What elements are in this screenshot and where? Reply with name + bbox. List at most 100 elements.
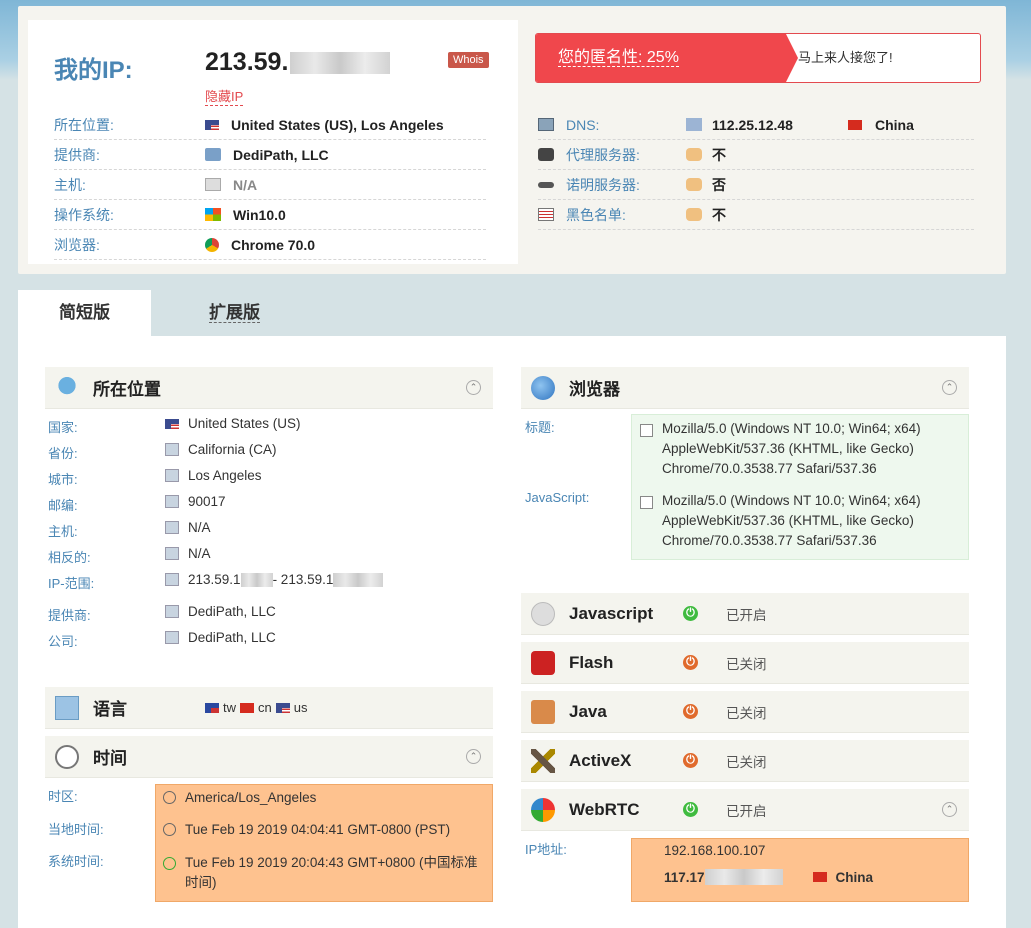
location-row-label: 相反的:	[48, 550, 91, 565]
language-cn: cn	[258, 700, 272, 715]
collapse-icon[interactable]: ⌃	[942, 802, 957, 817]
china-flag-icon	[848, 119, 862, 130]
plugin-row-javascript: Javascript ⏻ 已开启	[521, 593, 969, 635]
timezone-text: America/Los_Angeles	[185, 790, 317, 805]
map-pin-icon	[55, 375, 79, 400]
collapse-icon[interactable]: ⌃	[942, 380, 957, 395]
local-time-label: 当地时间:	[48, 822, 104, 837]
plugin-row-java: Java ⏻ 已关闭	[521, 691, 969, 733]
location-row-text: California (CA)	[188, 442, 277, 457]
ip-redacted	[704, 869, 783, 885]
location-row-label: 公司:	[48, 634, 78, 649]
location-row-label: IP-范围:	[48, 576, 95, 591]
language-tw: tw	[223, 700, 236, 715]
summary-row-value: N/A	[233, 176, 258, 193]
china-flag-icon	[240, 702, 254, 713]
dns-icon	[538, 118, 554, 131]
location-row-label: 邮编:	[48, 498, 78, 513]
plugin-row-flash: Flash ⏻ 已关闭	[521, 642, 969, 684]
webrtc-icon	[531, 797, 555, 822]
location-panel-header: 所在位置 ⌃	[45, 367, 493, 409]
activex-icon	[531, 748, 555, 773]
thumbs-up-icon	[686, 208, 702, 221]
my-ip-label: 我的IP:	[54, 57, 133, 84]
system-time-text: Tue Feb 19 2019 20:04:43 GMT+0800 (中国标准时…	[185, 855, 478, 890]
anonymity-score-text[interactable]: 您的匿名性: 25%	[558, 49, 679, 67]
compass-icon	[165, 443, 179, 456]
whois-button[interactable]: Whois	[448, 52, 489, 68]
anonymity-banner: 您的匿名性: 25% 马上来人接您了!	[535, 33, 981, 83]
ip-range-start: 213.59.1	[188, 572, 241, 587]
dns-label: DNS:	[566, 116, 600, 133]
tab-short[interactable]: 简短版	[18, 290, 151, 336]
isp-icon	[165, 605, 179, 618]
host-icon	[205, 178, 221, 191]
language-icon	[55, 695, 79, 720]
power-icon: ⏻	[683, 753, 698, 768]
summary-row: 操作系统: Win10.0	[54, 200, 486, 230]
chrome-icon	[205, 237, 219, 252]
language-panel-header: 语言 tw cn us	[45, 687, 493, 729]
summary-row-label: 浏览器:	[54, 236, 100, 253]
ip-range-icon	[165, 573, 179, 586]
proxy-value: 不	[712, 146, 726, 163]
location-row-value: DediPath, LLC	[165, 604, 276, 619]
anonymizer-label: 诺明服务器:	[566, 176, 640, 193]
system-time-value: Tue Feb 19 2019 20:04:43 GMT+0800 (中国标准时…	[163, 853, 483, 893]
summary-row-value: Chrome 70.0	[231, 236, 316, 253]
browser-panel-header: 浏览器 ⌃	[521, 367, 969, 409]
tab-extended[interactable]: 扩展版	[168, 290, 301, 336]
webrtc-public-ip-text: 117.17	[664, 869, 705, 885]
proxy-row: 代理服务器: 不	[538, 140, 974, 170]
browser-title: 浏览器	[569, 380, 620, 399]
summary-row-label: 操作系统:	[54, 206, 114, 223]
time-panel-header: 时间 ⌃	[45, 736, 493, 778]
summary-row: 浏览器: Chrome 70.0	[54, 230, 486, 260]
ua-header-label: 标题:	[525, 420, 555, 435]
timezone-value: America/Los_Angeles	[163, 790, 316, 805]
location-row-value: 213.59.1 - 213.59.1	[165, 572, 384, 587]
ua-header-text: Mozilla/5.0 (Windows NT 10.0; Win64; x64…	[662, 421, 921, 476]
power-icon: ⏻	[683, 704, 698, 719]
plugin-name: WebRTC	[569, 799, 640, 819]
tab-extended-label: 扩展版	[209, 303, 260, 323]
dns-value: 112.25.12.48	[712, 116, 793, 133]
language-title: 语言	[93, 700, 127, 719]
summary-row-label: 主机:	[54, 176, 86, 193]
mailbox-icon	[165, 495, 179, 508]
collapse-icon[interactable]: ⌃	[466, 749, 481, 764]
local-time-text: Tue Feb 19 2019 04:04:41 GMT-0800 (PST)	[185, 822, 451, 837]
power-icon: ⏻	[683, 606, 698, 621]
flash-icon	[531, 650, 555, 675]
host-icon	[165, 521, 179, 534]
hide-ip-link[interactable]: 隐藏IP	[205, 86, 244, 106]
location-row-label: 省份:	[48, 446, 78, 461]
location-title: 所在位置	[93, 380, 161, 399]
clock-icon	[163, 823, 176, 836]
ua-js-label: JavaScript:	[525, 490, 590, 505]
power-icon: ⏻	[683, 655, 698, 670]
dns-row: DNS: 112.25.12.48 China	[538, 110, 974, 140]
plugin-name: Flash	[569, 652, 614, 672]
summary-row-value: United States (US), Los Angeles	[231, 116, 444, 133]
location-row-text: United States (US)	[188, 416, 301, 431]
location-row-value: Los Angeles	[165, 468, 262, 483]
plugin-status: 已关闭	[726, 705, 767, 721]
document-icon	[640, 496, 653, 509]
location-row-text: N/A	[188, 546, 211, 561]
plugin-name: Javascript	[569, 603, 654, 623]
ua-js-value: Mozilla/5.0 (Windows NT 10.0; Win64; x64…	[640, 491, 960, 551]
isp-icon	[205, 148, 221, 161]
location-row-text: Los Angeles	[188, 468, 262, 483]
summary-row-label: 提供商:	[54, 146, 100, 163]
summary-row-value: Win10.0	[233, 206, 286, 223]
collapse-icon[interactable]: ⌃	[466, 380, 481, 395]
summary-row: 主机: N/A	[54, 170, 486, 200]
proxy-label: 代理服务器:	[566, 146, 640, 163]
plugin-status: 已关闭	[726, 656, 767, 672]
webrtc-country: China	[835, 869, 874, 885]
ip-redacted	[333, 572, 384, 587]
clock-icon	[163, 791, 176, 804]
blacklist-value: 不	[712, 206, 726, 223]
webrtc-public-ip: 117.17 China	[664, 869, 873, 885]
